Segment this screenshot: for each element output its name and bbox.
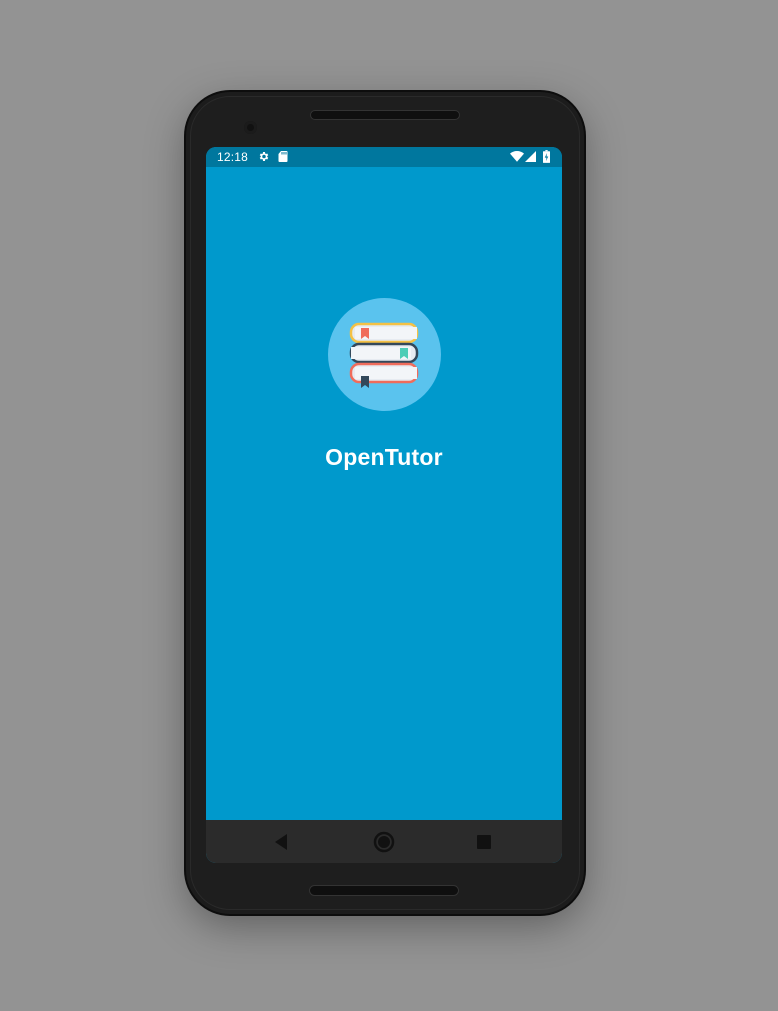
app-title: OpenTutor [325,444,443,470]
wifi-icon [510,150,524,162]
phone-screen: 12:18 OpenTutor [206,147,562,863]
back-icon[interactable] [270,830,294,854]
settings-icon [259,152,269,161]
splash-screen: OpenTutor [206,167,562,820]
home-icon[interactable] [372,830,396,854]
status-bar: 12:18 [206,147,562,167]
navigation-bar [206,820,562,863]
stage: 12:18 OpenTutor [0,0,778,1011]
status-time: 12:18 [217,150,249,164]
top-speaker [310,110,460,120]
battery-icon [543,150,550,163]
signal-icon [525,151,536,162]
sd-card-icon [278,151,288,162]
book-stack-icon [349,322,419,388]
front-camera [244,121,257,134]
bottom-speaker [309,885,459,896]
recents-icon[interactable] [472,830,496,854]
app-logo [328,298,441,411]
